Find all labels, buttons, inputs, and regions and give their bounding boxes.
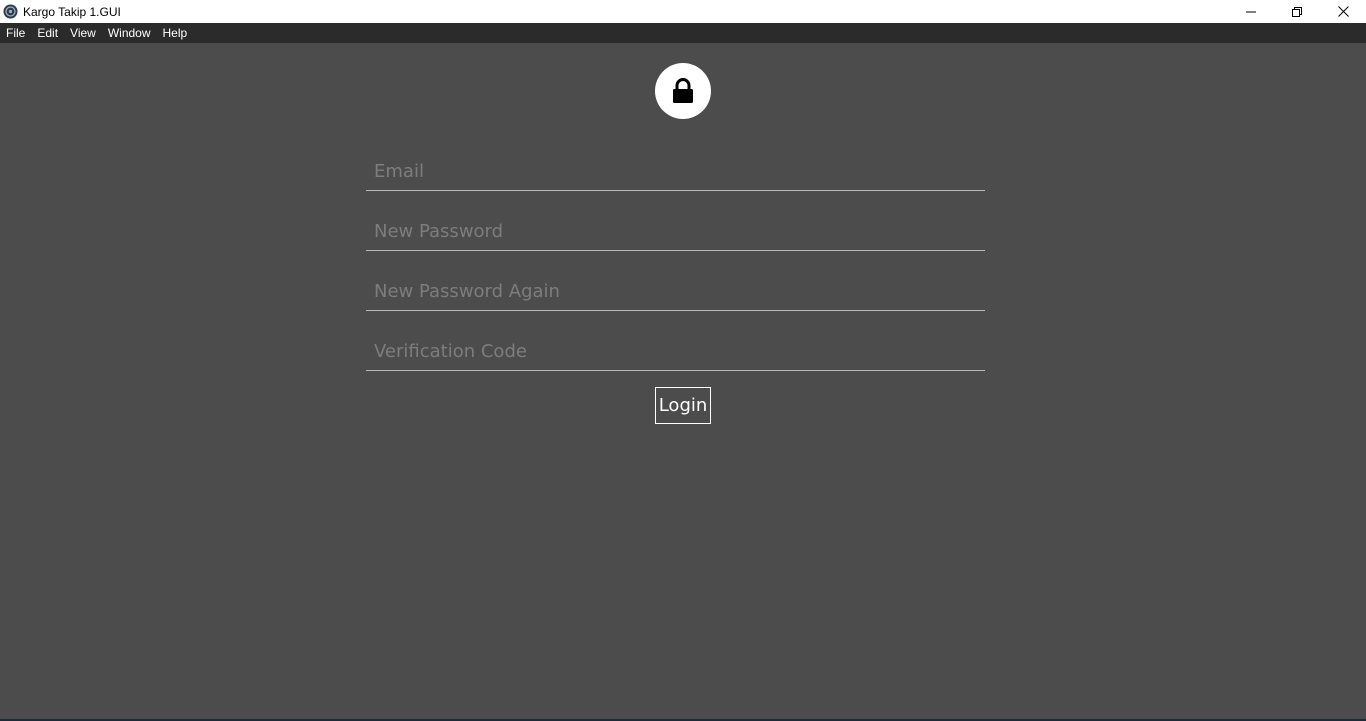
window-title: Kargo Takip 1.GUI	[23, 4, 121, 19]
close-button[interactable]	[1320, 0, 1366, 23]
menu-bar: File Edit View Window Help	[0, 23, 1366, 43]
verification-code-field-wrapper	[366, 323, 985, 371]
menu-file[interactable]: File	[0, 23, 31, 43]
restore-icon	[1292, 6, 1302, 17]
menu-window[interactable]: Window	[102, 23, 157, 43]
new-password-again-field-wrapper	[366, 263, 985, 311]
new-password-field-wrapper	[366, 203, 985, 251]
window-controls	[1228, 0, 1366, 23]
email-input[interactable]	[366, 143, 985, 190]
lock-icon	[673, 78, 693, 103]
minimize-button[interactable]	[1228, 0, 1274, 23]
new-password-again-input[interactable]	[366, 263, 985, 310]
email-field-wrapper	[366, 143, 985, 191]
login-button[interactable]: Login	[655, 387, 711, 424]
title-bar[interactable]: Kargo Takip 1.GUI	[0, 0, 1366, 23]
verification-code-input[interactable]	[366, 323, 985, 370]
menu-help[interactable]: Help	[157, 23, 194, 43]
restore-button[interactable]	[1274, 0, 1320, 23]
menu-view[interactable]: View	[64, 23, 102, 43]
minimize-icon	[1246, 11, 1256, 12]
menu-edit[interactable]: Edit	[31, 23, 64, 43]
new-password-input[interactable]	[366, 203, 985, 250]
main-content: Login	[0, 43, 1366, 721]
close-icon	[1337, 6, 1349, 17]
lock-avatar	[655, 63, 711, 119]
app-logo-icon	[3, 4, 18, 19]
